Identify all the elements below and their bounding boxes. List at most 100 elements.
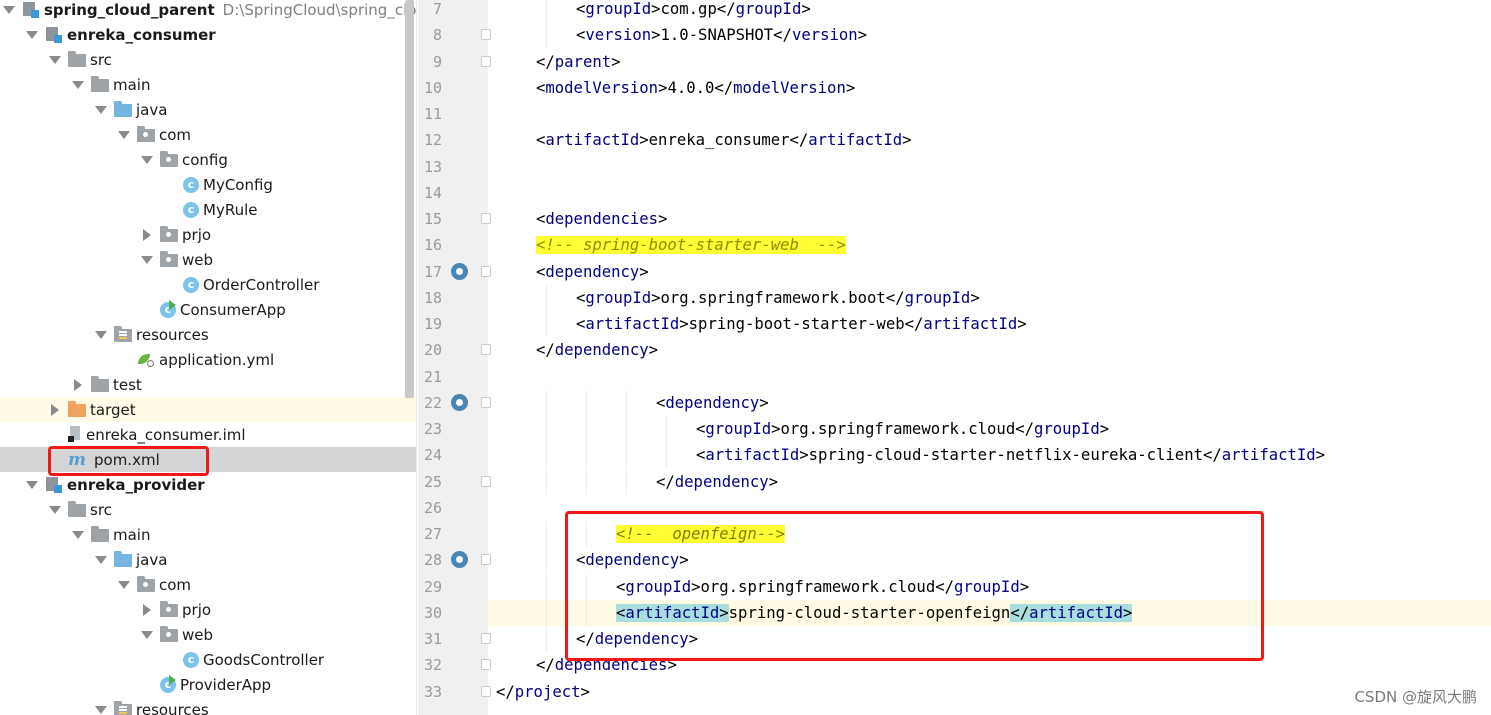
line-number: 30: [423, 604, 442, 622]
tree-item-prjo[interactable]: prjo: [0, 222, 417, 247]
tree-item-label: prjo: [182, 600, 212, 619]
chevron-down-icon[interactable]: [73, 80, 83, 90]
gutter-line: 16: [418, 232, 488, 258]
tree-scrollbar[interactable]: [405, 0, 414, 398]
chevron-down-icon[interactable]: [73, 530, 83, 540]
chevron-down-icon[interactable]: [142, 630, 152, 640]
tree-item-target[interactable]: target: [0, 397, 417, 422]
tree-item-enreka-consumer-iml[interactable]: enreka_consumer.iml: [0, 422, 417, 447]
line-number: 33: [423, 683, 442, 701]
gutter-line: 18: [418, 285, 488, 311]
tree-item-application-yml[interactable]: application.yml: [0, 347, 417, 372]
gutter-line: 28: [418, 547, 491, 573]
chevron-right-icon[interactable]: [50, 405, 60, 415]
tree-item-main[interactable]: main: [0, 72, 417, 97]
chevron-right-icon[interactable]: [142, 230, 152, 240]
tree-item-config[interactable]: config: [0, 147, 417, 172]
code-line[interactable]: <dependencies>: [488, 206, 1491, 232]
package-icon: [137, 126, 155, 142]
indent-guide: [626, 469, 627, 495]
chevron-down-icon[interactable]: [50, 55, 60, 65]
chevron-down-icon[interactable]: [96, 330, 106, 340]
tree-item-resources[interactable]: resources: [0, 697, 417, 715]
maven-dependency-gutter-icon[interactable]: [451, 394, 468, 411]
tree-item-goodscontroller[interactable]: c GoodsController: [0, 647, 417, 672]
chevron-down-icon[interactable]: [119, 130, 129, 140]
folder-icon: [91, 526, 109, 542]
tree-item-providerapp[interactable]: c ProviderApp: [0, 672, 417, 697]
code-line[interactable]: [488, 180, 1491, 206]
tree-item-enreka-consumer[interactable]: enreka_consumer: [0, 22, 417, 47]
tree-item-test[interactable]: test: [0, 372, 417, 397]
tree-item-myconfig[interactable]: c MyConfig: [0, 172, 417, 197]
code-line[interactable]: [488, 364, 1491, 390]
chevron-right-icon[interactable]: [142, 605, 152, 615]
tree-item-web[interactable]: web: [0, 622, 417, 647]
tree-item-consumerapp[interactable]: c ConsumerApp: [0, 297, 417, 322]
code-line[interactable]: <dependency>: [488, 259, 1491, 285]
code-line[interactable]: <groupId>com.gp</groupId>: [488, 0, 1491, 22]
chevron-down-icon[interactable]: [119, 580, 129, 590]
code-line[interactable]: <version>1.0-SNAPSHOT</version>: [488, 22, 1491, 48]
code-line[interactable]: <!-- spring-boot-starter-web -->: [488, 232, 1491, 258]
line-number: 27: [423, 525, 442, 543]
code-line[interactable]: </dependency>: [488, 469, 1491, 495]
tree-item-web[interactable]: web: [0, 247, 417, 272]
code-line[interactable]: </dependency>: [488, 337, 1491, 363]
code-text: <version>1.0-SNAPSHOT</version>: [576, 26, 868, 44]
tree-item-label: main: [113, 525, 151, 544]
tree-item-src[interactable]: src: [0, 497, 417, 522]
tree-item-prjo[interactable]: prjo: [0, 597, 417, 622]
code-line[interactable]: <artifactId>enreka_consumer</artifactId>: [488, 127, 1491, 153]
code-line[interactable]: [488, 154, 1491, 180]
code-line[interactable]: <artifactId>spring-cloud-starter-netflix…: [488, 442, 1491, 468]
indent-guide: [546, 547, 547, 573]
tree-item-ordercontroller[interactable]: c OrderController: [0, 272, 417, 297]
chevron-right-icon[interactable]: [73, 380, 83, 390]
chevron-down-icon[interactable]: [96, 105, 106, 115]
code-line[interactable]: [488, 101, 1491, 127]
code-line[interactable]: <artifactId>spring-boot-starter-web</art…: [488, 311, 1491, 337]
code-line[interactable]: <modelVersion>4.0.0</modelVersion>: [488, 75, 1491, 101]
tree-item-myrule[interactable]: c MyRule: [0, 197, 417, 222]
chevron-down-icon[interactable]: [96, 555, 106, 565]
chevron-down-icon[interactable]: [27, 480, 37, 490]
module-icon: [45, 26, 63, 43]
indent-guide: [546, 311, 547, 337]
tree-item-resources[interactable]: resources: [0, 322, 417, 347]
chevron-down-icon[interactable]: [142, 155, 152, 165]
code-line[interactable]: <groupId>org.springframework.boot</group…: [488, 285, 1491, 311]
tree-item-label: com: [159, 575, 192, 594]
maven-dependency-gutter-icon[interactable]: [451, 263, 468, 280]
gutter-line: 31: [418, 626, 491, 652]
line-number: 11: [423, 105, 442, 123]
indent-guide: [546, 0, 547, 22]
tree-item-src[interactable]: src: [0, 47, 417, 72]
code-line[interactable]: <dependency>: [488, 390, 1491, 416]
code-text: <artifactId>spring-cloud-starter-netflix…: [696, 446, 1326, 464]
package-icon: [160, 226, 178, 242]
code-line[interactable]: </project>: [488, 679, 1491, 705]
chevron-down-icon[interactable]: [142, 255, 152, 265]
code-line[interactable]: </parent>: [488, 49, 1491, 75]
line-number: 14: [423, 184, 442, 202]
package-icon: [137, 576, 155, 592]
tree-item-label: com: [159, 125, 192, 144]
maven-dependency-gutter-icon[interactable]: [451, 551, 468, 568]
chevron-down-icon[interactable]: [50, 505, 60, 515]
line-number: 24: [423, 446, 442, 464]
chevron-down-icon[interactable]: [4, 5, 14, 15]
tree-item-spring-cloud-parent[interactable]: spring_cloud_parent D:\SpringCloud\spring…: [0, 0, 417, 22]
tree-item-main[interactable]: main: [0, 522, 417, 547]
tree-item-java[interactable]: java: [0, 97, 417, 122]
code-line[interactable]: <groupId>org.springframework.cloud</grou…: [488, 416, 1491, 442]
gutter-line: 30: [418, 600, 488, 626]
tree-item-java[interactable]: java: [0, 547, 417, 572]
gutter-line: 19: [418, 311, 488, 337]
excluded-folder-icon: [68, 401, 86, 417]
tree-item-com[interactable]: com: [0, 122, 417, 147]
chevron-down-icon[interactable]: [96, 705, 106, 715]
tree-item-com[interactable]: com: [0, 572, 417, 597]
chevron-down-icon[interactable]: [27, 30, 37, 40]
code-text: <!-- spring-boot-starter-web -->: [536, 236, 846, 254]
